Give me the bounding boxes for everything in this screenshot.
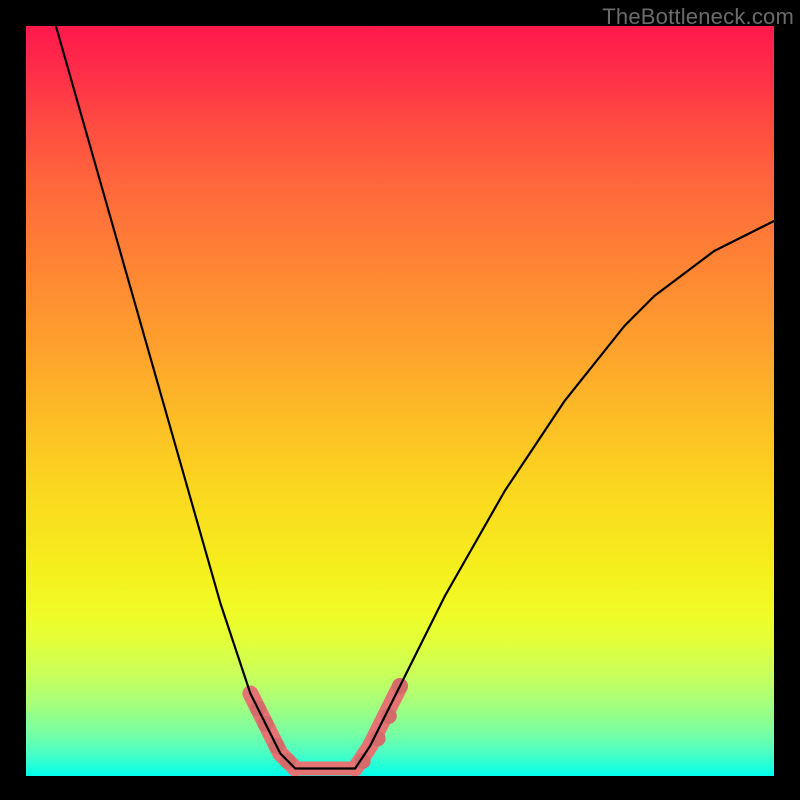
watermark-text: TheBottleneck.com <box>602 4 794 30</box>
main-curve-group <box>56 26 774 769</box>
highlight-band-group <box>250 678 408 769</box>
curve-left-branch <box>56 26 295 769</box>
chart-svg <box>26 26 774 776</box>
chart-plot-area <box>26 26 774 776</box>
curve-right-branch <box>355 221 774 769</box>
